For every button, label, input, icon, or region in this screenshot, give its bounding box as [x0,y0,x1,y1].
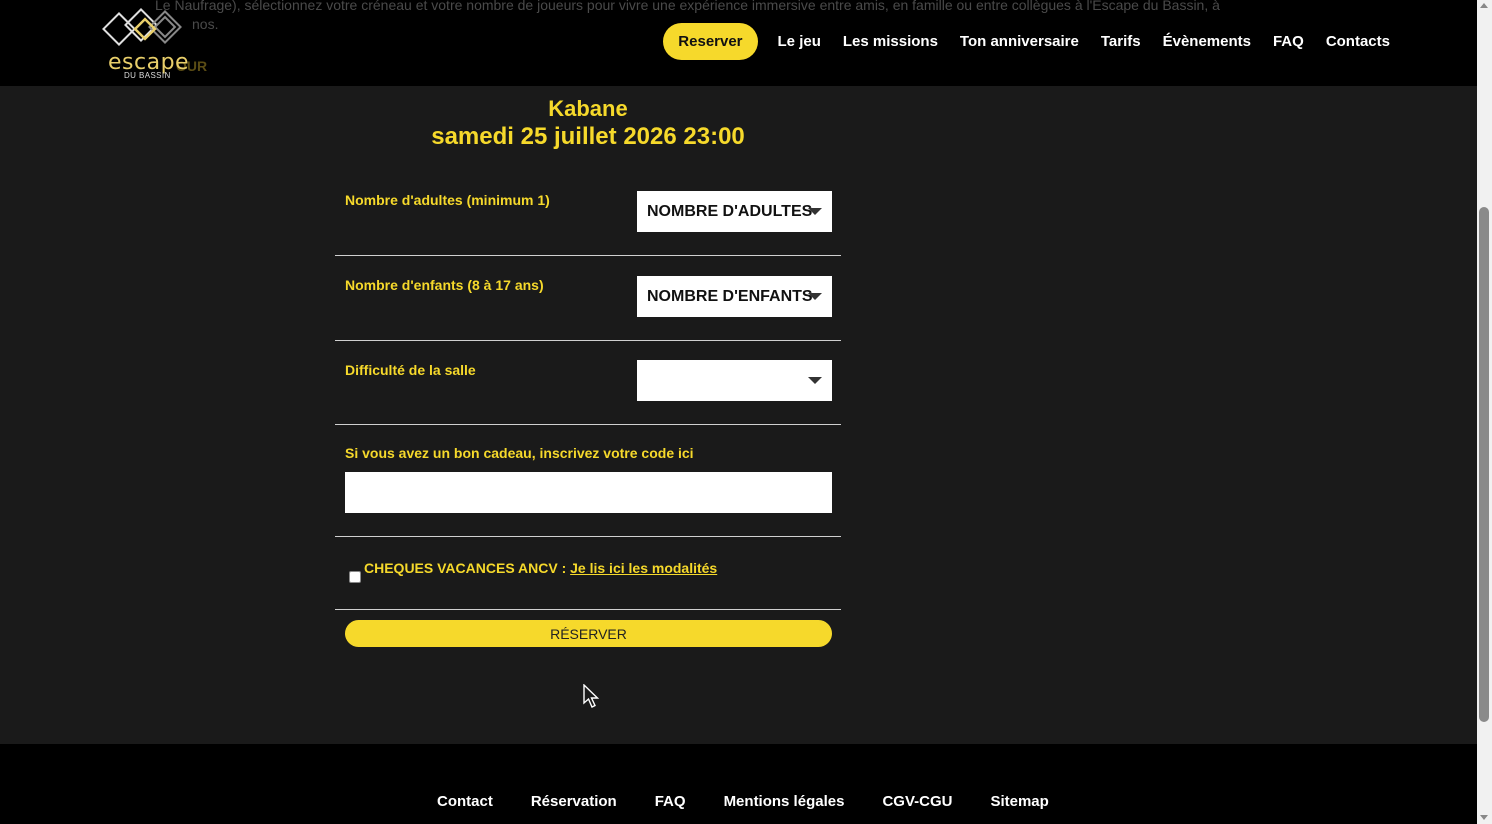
scroll-down-icon[interactable] [1480,815,1488,820]
ancv-text: CHEQUES VACANCES ANCV : Je lis ici les m… [364,560,717,576]
nav-item-le-jeu[interactable]: Le jeu [778,33,821,50]
ancv-label: CHEQUES VACANCES ANCV : [364,560,571,576]
adults-select-value: NOMBRE D'ADULTES [647,202,813,220]
nav-item-faq[interactable]: FAQ [1273,33,1304,50]
main-nav: Reserver Le jeu Les missions Ton anniver… [663,23,1390,60]
children-label: Nombre d'enfants (8 à 17 ans) [345,277,544,293]
chevron-down-icon [808,208,822,215]
children-select-value: NOMBRE D'ENFANTS [647,287,813,305]
escape-du-bassin-logo[interactable]: escape DU BASSIN [98,6,202,82]
footer-link-sitemap[interactable]: Sitemap [990,793,1048,810]
children-row: Nombre d'enfants (8 à 17 ans) NOMBRE D'E… [335,256,841,341]
footer-link-mentions-legales[interactable]: Mentions légales [724,793,845,810]
booking-section: Kabane samedi 25 juillet 2026 23:00 Nomb… [0,86,1477,744]
children-select[interactable]: NOMBRE D'ENFANTS [637,276,832,317]
difficulty-row: Difficulté de la salle [335,341,841,425]
nav-reserve-button[interactable]: Reserver [663,23,758,60]
footer-link-faq[interactable]: FAQ [655,793,686,810]
adults-label: Nombre d'adultes (minimum 1) [345,192,550,208]
site-footer: Contact Réservation FAQ Mentions légales… [0,744,1477,824]
logo-diamonds-icon [102,8,182,46]
gift-code-label: Si vous avez un bon cadeau, inscrivez vo… [345,445,694,461]
ancv-modalities-link[interactable]: Je lis ici les modalités [570,560,717,576]
ancv-row: CHEQUES VACANCES ANCV : Je lis ici les m… [335,537,841,610]
footer-link-contact[interactable]: Contact [437,793,493,810]
difficulty-label: Difficulté de la salle [345,362,476,378]
nav-item-tarifs[interactable]: Tarifs [1101,33,1141,50]
room-title: Kabane [548,96,628,121]
background-intro-text: Le Naufrage), sélectionnez votre créneau… [155,0,1220,13]
chevron-down-icon [808,377,822,384]
page-scrollbar[interactable] [1477,0,1492,824]
difficulty-select[interactable] [637,360,832,401]
nav-item-anniversaire[interactable]: Ton anniversaire [960,33,1079,50]
footer-links: Contact Réservation FAQ Mentions légales… [437,793,1087,810]
nav-item-contacts[interactable]: Contacts [1326,33,1390,50]
site-header: Le Naufrage), sélectionnez votre créneau… [0,0,1477,86]
mouse-cursor-icon [583,684,600,708]
chevron-down-icon [808,293,822,300]
gift-code-input[interactable] [345,472,832,513]
nav-item-les-missions[interactable]: Les missions [843,33,938,50]
footer-link-reservation[interactable]: Réservation [531,793,617,810]
logo-subtitle: DU BASSIN [124,71,171,80]
ancv-checkbox[interactable] [349,571,361,583]
scroll-up-icon[interactable] [1480,3,1488,8]
adults-select[interactable]: NOMBRE D'ADULTES [637,191,832,232]
adults-row: Nombre d'adultes (minimum 1) NOMBRE D'AD… [335,181,841,256]
submit-reserve-button[interactable]: RÉSERVER [345,620,832,647]
booking-datetime: samedi 25 juillet 2026 23:00 [431,123,745,150]
scrollbar-thumb[interactable] [1479,207,1489,722]
nav-item-evenements[interactable]: Évènements [1163,33,1251,50]
gift-code-row: Si vous avez un bon cadeau, inscrivez vo… [335,425,841,537]
footer-link-cgv-cgu[interactable]: CGV-CGU [882,793,952,810]
